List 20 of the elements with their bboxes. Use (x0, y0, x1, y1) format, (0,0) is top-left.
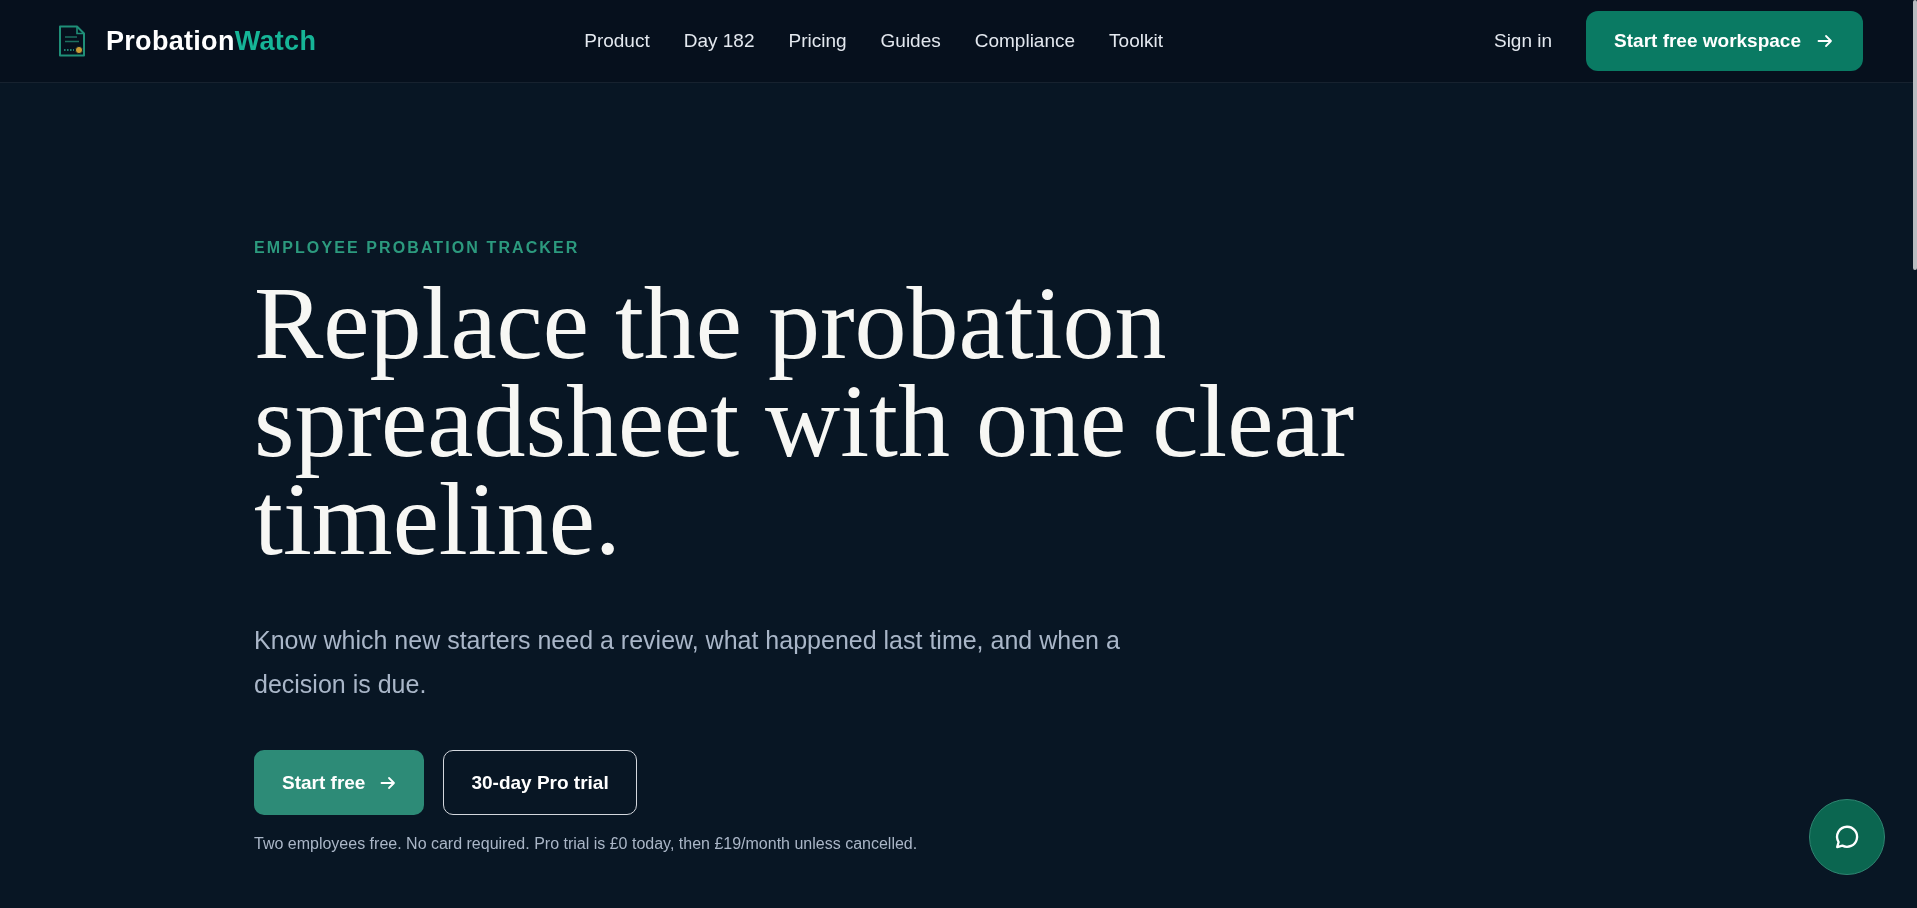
arrow-right-icon (1817, 33, 1833, 49)
nav-link[interactable]: Product (584, 30, 650, 52)
scrollbar-thumb[interactable] (1913, 0, 1917, 270)
nav-link[interactable]: Toolkit (1109, 30, 1163, 52)
document-icon (57, 25, 87, 57)
nav-link[interactable]: Compliance (974, 30, 1076, 52)
nav-link[interactable]: Pricing (788, 30, 847, 52)
pro-trial-button[interactable]: 30-day Pro trial (443, 750, 637, 815)
chat-bubble-icon (1833, 823, 1861, 851)
hero-description: Know which new starters need a review, what happened last time, and when a decision is due. (254, 625, 1121, 700)
hero-heading: Replace the probation spreadsheet with one clear timeline. (254, 274, 1356, 568)
logo-text[interactable]: ProbationWatch (106, 25, 317, 57)
start-workspace-button[interactable]: Start free workspace (1586, 11, 1863, 71)
nav-link[interactable]: Guides (880, 30, 941, 52)
eyebrow-label: EMPLOYEE PROBATION TRACKER (254, 238, 580, 258)
pricing-note: Two employees free. No card required. Pro trial is £0 today, then £19/month unless cancelled. (254, 834, 918, 854)
arrow-right-icon (380, 774, 397, 791)
sign-in-link[interactable]: Sign in (1493, 30, 1553, 52)
nav-link[interactable]: Day 182 (683, 30, 755, 52)
start-free-button[interactable]: Start free (254, 750, 425, 815)
